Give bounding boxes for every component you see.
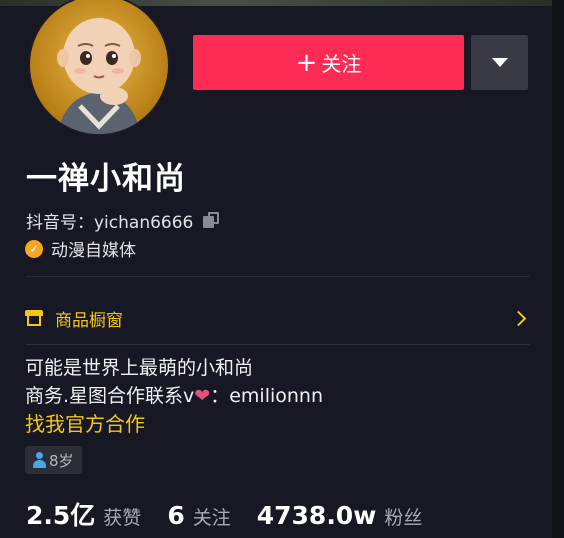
- following-count: 6: [167, 501, 185, 530]
- profile-stats: 2.5亿 获赞 6 关注 4738.0w 粉丝: [26, 496, 448, 532]
- verification-text: 动漫自媒体: [51, 241, 136, 261]
- age-text: 8岁: [49, 451, 74, 470]
- official-cooperation-link[interactable]: 找我官方合作: [25, 410, 323, 438]
- verification-badge: ✓ 动漫自媒体: [25, 236, 136, 261]
- scrollbar-track: [552, 0, 564, 538]
- heart-icon: ❤: [194, 385, 211, 407]
- following-label: 关注: [192, 507, 231, 529]
- divider: [26, 344, 530, 345]
- following-stat[interactable]: 6 关注: [167, 501, 230, 530]
- likes-count: 2.5亿: [26, 501, 96, 530]
- person-icon: [31, 452, 47, 468]
- douyin-id: 抖音号：yichan6666: [26, 208, 221, 233]
- caret-down-icon: [491, 58, 508, 67]
- shop-label: 商品橱窗: [55, 310, 123, 331]
- likes-label: 获赞: [103, 507, 142, 529]
- profile-name: 一禅小和尚: [26, 161, 186, 197]
- fans-label: 粉丝: [384, 507, 423, 529]
- copy-icon[interactable]: [203, 211, 221, 230]
- follow-button[interactable]: + 关注: [193, 35, 464, 90]
- verified-check-icon: ✓: [25, 239, 43, 258]
- follow-label: 关注: [321, 52, 362, 76]
- chevron-right-icon: [510, 310, 527, 326]
- douyin-id-text: 抖音号：yichan6666: [26, 213, 194, 233]
- bio-line-1: 可能是世界上最萌的小和尚: [25, 357, 254, 379]
- shop-window-link[interactable]: 商品橱窗: [25, 305, 530, 331]
- fans-stat[interactable]: 4738.0w 粉丝: [257, 501, 423, 530]
- bio-line-2-suffix: ：emilionnn: [210, 385, 324, 407]
- divider: [26, 276, 530, 277]
- plus-icon: +: [295, 47, 318, 78]
- shop-icon: [25, 310, 43, 326]
- more-options-button[interactable]: [471, 35, 528, 90]
- avatar[interactable]: [28, 0, 170, 136]
- bio-line-2: 商务.星图合作联系v❤：emilionnn: [25, 382, 323, 410]
- bio: 可能是世界上最萌的小和尚 商务.星图合作联系v❤：emilionnn 找我官方合…: [25, 354, 323, 438]
- bio-line-2-prefix: 商务.星图合作联系v: [25, 385, 195, 407]
- fans-count: 4738.0w: [256, 501, 377, 530]
- likes-stat[interactable]: 2.5亿 获赞: [26, 496, 141, 532]
- age-tag: 8岁: [25, 446, 82, 474]
